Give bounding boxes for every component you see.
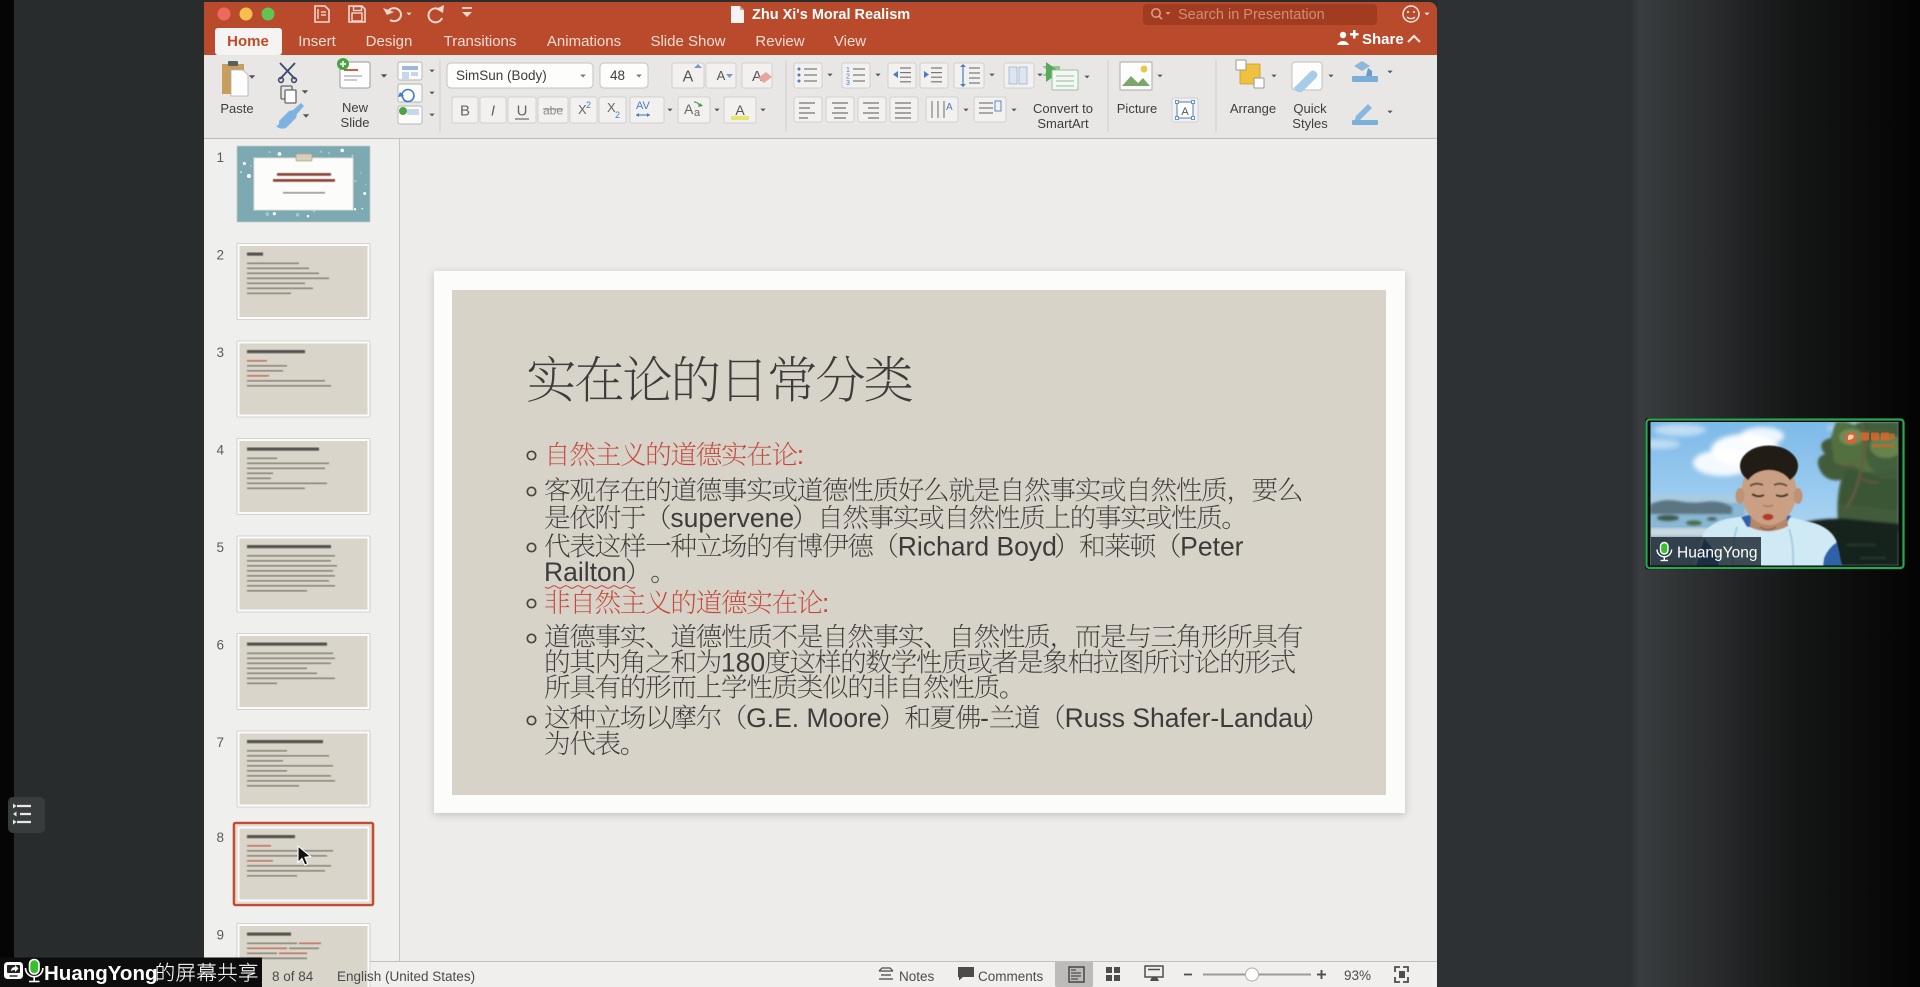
svg-text:Transitions: Transitions (444, 33, 517, 50)
svg-text:5: 5 (216, 540, 224, 555)
svg-text:Insert: Insert (298, 33, 336, 50)
svg-text:English (United States): English (United States) (337, 969, 475, 984)
svg-text:New: New (342, 100, 369, 115)
svg-text:Arrange: Arrange (1230, 101, 1276, 116)
svg-text:supervene: supervene (670, 503, 794, 533)
svg-text:Slide: Slide (341, 115, 370, 130)
svg-text:Review: Review (755, 33, 804, 50)
svg-text:Picture: Picture (1117, 101, 1157, 116)
svg-text:Richard Boyd: Richard Boyd (898, 532, 1057, 562)
svg-text:A: A (683, 68, 694, 85)
svg-text:-: - (980, 703, 989, 733)
svg-text::: : (797, 440, 804, 470)
svg-text:2: 2 (615, 110, 620, 120)
svg-text:Share: Share (1362, 31, 1404, 48)
svg-text:93%: 93% (1344, 968, 1371, 983)
svg-text:A: A (684, 101, 694, 117)
svg-text:Comments: Comments (978, 969, 1044, 984)
svg-text:HuangYong: HuangYong (1677, 545, 1757, 562)
svg-text:SimSun (Body): SimSun (Body) (456, 68, 547, 83)
svg-text:Russ Shafer-Landau: Russ Shafer-Landau (1065, 703, 1308, 733)
svg-text:Paste: Paste (220, 101, 253, 116)
svg-text:180: 180 (721, 648, 765, 678)
svg-text:Home: Home (227, 33, 269, 50)
svg-text:8 of 84: 8 of 84 (272, 969, 314, 984)
svg-text:3: 3 (216, 345, 224, 360)
svg-text:Quick: Quick (1293, 101, 1327, 116)
svg-text:Styles: Styles (1292, 116, 1328, 131)
svg-text:View: View (834, 33, 866, 50)
svg-text:Railton: Railton (544, 557, 627, 587)
svg-text:6: 6 (216, 638, 224, 653)
svg-text:2: 2 (586, 100, 591, 110)
svg-text:7: 7 (216, 735, 224, 750)
svg-text:AV: AV (636, 100, 651, 112)
svg-text:Animations: Animations (547, 33, 621, 50)
svg-text:HuangYong: HuangYong (44, 962, 158, 985)
svg-text:G.E. Moore: G.E. Moore (746, 703, 882, 733)
svg-text:Slide Show: Slide Show (650, 33, 725, 50)
svg-text:a: a (694, 107, 701, 119)
svg-text:Search in Presentation: Search in Presentation (1178, 7, 1325, 23)
svg-text:2: 2 (216, 248, 224, 263)
svg-text:9: 9 (216, 928, 224, 943)
svg-text:Convert to: Convert to (1033, 101, 1093, 116)
svg-text:Peter: Peter (1180, 532, 1244, 562)
svg-text:Notes: Notes (899, 969, 935, 984)
svg-text:abe: abe (543, 103, 563, 117)
svg-text:3: 3 (846, 80, 850, 87)
svg-text:A: A (946, 102, 953, 113)
svg-text:B: B (460, 102, 470, 119)
svg-text:A: A (1181, 106, 1189, 118)
svg-text:Zhu Xi's Moral Realism: Zhu Xi's Moral Realism (752, 7, 910, 23)
svg-text:Design: Design (366, 33, 413, 50)
svg-text::: : (822, 588, 829, 618)
svg-text:1: 1 (216, 150, 224, 165)
svg-text:I: I (491, 102, 495, 119)
svg-text:A: A (717, 68, 726, 83)
svg-text:8: 8 (216, 830, 224, 845)
svg-text:48: 48 (610, 68, 625, 83)
svg-text:A: A (735, 102, 745, 118)
svg-text:SmartArt: SmartArt (1037, 116, 1089, 131)
svg-text:U: U (517, 102, 528, 119)
svg-text:4: 4 (216, 443, 224, 458)
